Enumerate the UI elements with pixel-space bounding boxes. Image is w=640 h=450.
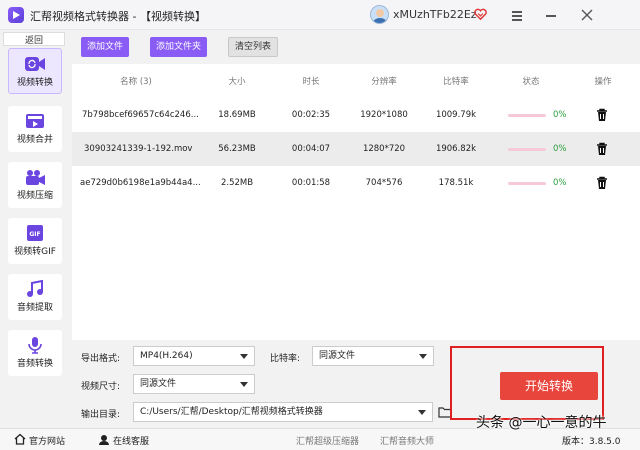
file-resolution: 1920*1080 (360, 110, 408, 120)
clear-list-button[interactable]: 清空列表 (228, 37, 279, 57)
file-size: 18.69MB (218, 110, 256, 120)
start-convert-button[interactable]: 开始转换 (500, 372, 598, 400)
column-resolution: 分辨率 (371, 77, 397, 87)
back-button[interactable]: 返回 (3, 32, 65, 46)
close-icon[interactable] (578, 6, 596, 24)
table-row[interactable]: ae729d0b6198e1a9b44a4... 2.52MB 00:01:58… (72, 166, 640, 200)
compressor-link[interactable]: 汇帮超级压缩器 (296, 434, 359, 447)
watermark: 头条 @一心一意的牛 (476, 415, 607, 431)
file-bitrate: 1906.82k (435, 144, 477, 154)
chevron-down-icon (240, 354, 248, 359)
file-name: 30903241339-1-192.mov (84, 144, 193, 154)
column-size: 大小 (228, 77, 246, 87)
music-note-icon (27, 280, 43, 297)
bitrate-value: 同源文件 (319, 351, 356, 361)
progress-bar (508, 114, 546, 117)
file-bitrate: 178.51k (438, 178, 474, 188)
file-size: 56.23MB (218, 144, 256, 154)
file-resolution: 704*576 (365, 178, 403, 188)
column-bitrate: 比特率 (443, 77, 469, 87)
sidebar-item-video-merge[interactable]: 视频合并 (8, 106, 62, 152)
sidebar-item-audio-convert[interactable]: 音频转换 (8, 330, 62, 376)
file-name: 7b798bcef69657c64c246... (82, 110, 199, 120)
trash-icon[interactable] (595, 142, 609, 156)
sidebar-item-label: 视频转换 (16, 78, 53, 88)
progress-percent: 0% (553, 178, 567, 188)
title-bar: 汇帮视频格式转换器 - 【视频转换】 xMUzhTFb22Ez (0, 0, 640, 30)
chevron-down-icon (240, 382, 248, 387)
file-duration: 00:04:07 (291, 144, 331, 154)
sidebar-item-audio-extract[interactable]: 音频提取 (8, 274, 62, 320)
online-support-link[interactable]: 在线客服 (113, 434, 149, 447)
bitrate-label: 比特率: (270, 354, 301, 364)
file-duration: 00:01:58 (291, 178, 331, 188)
file-size: 2.52MB (220, 178, 254, 188)
table-row[interactable]: 30903241339-1-192.mov 56.23MB 00:04:07 1… (72, 132, 640, 166)
column-duration: 时长 (302, 77, 320, 87)
bitrate-select[interactable]: 同源文件 (312, 346, 434, 366)
add-file-button[interactable]: 添加文件 (81, 37, 130, 57)
chevron-down-icon (418, 410, 426, 415)
version-label: 版本：3.8.5.0 (562, 437, 621, 447)
progress-bar (508, 182, 546, 185)
svg-text:GIF: GIF (29, 231, 40, 238)
format-label: 导出格式: (81, 354, 121, 364)
output-dir-value: C:/Users/汇帮/Desktop/汇帮视频格式转换器 (140, 407, 323, 417)
chevron-down-icon (419, 354, 427, 359)
size-label: 视频尺寸: (81, 382, 121, 392)
progress-bar (508, 148, 546, 151)
file-table: 名称 (3) 大小 时长 分辨率 比特率 状态 操作 7b798bcef6965… (72, 64, 640, 340)
table-row[interactable]: 7b798bcef69657c64c246... 18.69MB 00:02:3… (72, 98, 640, 132)
minimize-button[interactable] (542, 6, 560, 24)
home-icon (14, 433, 26, 445)
sidebar-item-video-convert[interactable]: 视频转换 (8, 48, 62, 94)
sidebar-item-label: 视频合并 (16, 135, 53, 145)
app-logo-icon (8, 7, 24, 23)
trash-icon[interactable] (595, 108, 609, 122)
menu-button[interactable] (508, 6, 526, 24)
avatar[interactable] (370, 5, 389, 24)
window-title: 汇帮视频格式转换器 - 【视频转换】 (30, 10, 206, 23)
customer-service-icon (99, 435, 109, 445)
format-value: MP4(H.264) (140, 351, 193, 361)
sidebar-item-label: 视频压缩 (16, 191, 53, 201)
file-name: ae729d0b6198e1a9b44a4... (80, 178, 201, 188)
user-name[interactable]: xMUzhTFb22Ez (393, 8, 477, 21)
column-status: 状态 (522, 77, 540, 87)
gif-icon: GIF (27, 225, 43, 241)
size-select[interactable]: 同源文件 (133, 374, 255, 394)
table-header: 名称 (3) 大小 时长 分辨率 比特率 状态 操作 (72, 64, 640, 98)
video-convert-icon (25, 57, 45, 71)
format-select[interactable]: MP4(H.264) (133, 346, 255, 366)
add-folder-button[interactable]: 添加文件夹 (150, 37, 208, 57)
video-compress-icon (26, 170, 45, 185)
sidebar-item-label: 音频提取 (16, 303, 53, 313)
output-dir-label: 输出目录: (81, 410, 121, 420)
trash-icon[interactable] (595, 176, 609, 190)
column-name: 名称 (3) (120, 77, 152, 87)
column-action: 操作 (594, 77, 612, 87)
audio-master-link[interactable]: 汇帮音频大师 (380, 434, 434, 447)
file-duration: 00:02:35 (291, 110, 331, 120)
file-bitrate: 1009.79k (435, 110, 477, 120)
microphone-icon (28, 337, 42, 354)
output-dir-select[interactable]: C:/Users/汇帮/Desktop/汇帮视频格式转换器 (133, 402, 433, 422)
vip-heart-icon[interactable] (474, 8, 487, 21)
sidebar-item-label: 音频转换 (16, 359, 53, 369)
progress-percent: 0% (553, 110, 567, 120)
file-resolution: 1280*720 (362, 144, 406, 154)
sidebar-item-video-compress[interactable]: 视频压缩 (8, 162, 62, 208)
video-merge-icon (26, 114, 44, 128)
size-value: 同源文件 (140, 379, 177, 389)
official-website-link[interactable]: 官方网站 (29, 434, 65, 447)
sidebar-item-video-gif[interactable]: GIF 视频转GIF (8, 218, 62, 264)
progress-percent: 0% (553, 144, 567, 154)
sidebar-item-label: 视频转GIF (14, 247, 56, 257)
